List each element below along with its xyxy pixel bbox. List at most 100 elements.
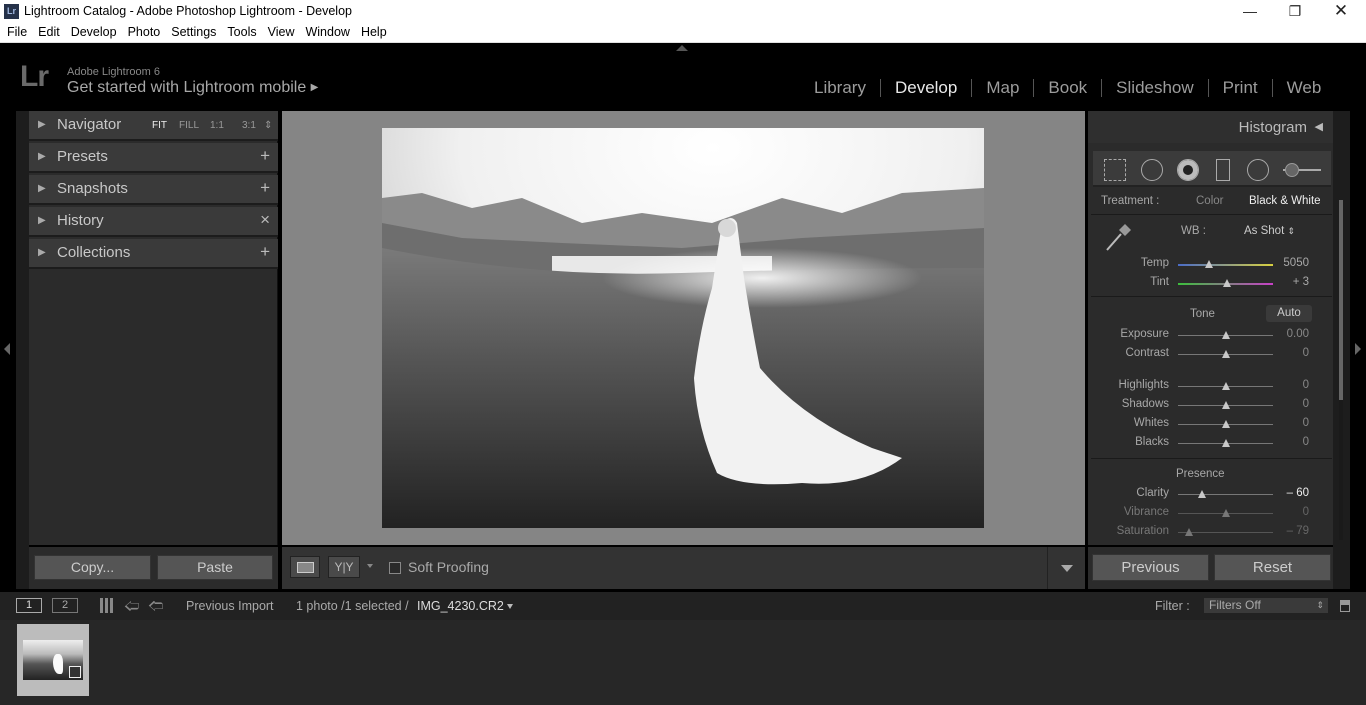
temp-slider-knob[interactable] — [1205, 260, 1214, 268]
clear-history-icon[interactable]: × — [260, 210, 270, 230]
saturation-slider-knob[interactable] — [1185, 528, 1194, 536]
collapse-right-arrow-icon[interactable] — [1355, 343, 1361, 355]
maximize-button[interactable]: ❐ — [1272, 0, 1318, 23]
filename-dropdown-icon[interactable] — [507, 604, 513, 609]
filmstrip-thumbnail-cell[interactable] — [17, 624, 89, 696]
clarity-value[interactable]: – 60 — [1287, 487, 1309, 499]
collapse-top-arrow-icon[interactable] — [676, 45, 688, 51]
treatment-color-option[interactable]: Color — [1196, 195, 1223, 207]
menu-file[interactable]: File — [7, 23, 27, 39]
radial-filter-icon[interactable] — [1247, 159, 1269, 181]
whites-row[interactable]: Whites 0 — [1088, 415, 1333, 434]
vibrance-row[interactable]: Vibrance 0 — [1088, 504, 1333, 523]
treatment-bw-option[interactable]: Black & White — [1249, 195, 1321, 207]
zoom-fill[interactable]: FILL — [179, 120, 199, 131]
vibrance-slider-knob[interactable] — [1221, 509, 1230, 517]
temp-value[interactable]: 5050 — [1283, 257, 1309, 269]
before-after-button[interactable]: Y|Y — [328, 556, 360, 578]
module-map[interactable]: Map — [971, 79, 1033, 97]
filename-label[interactable]: IMG_4230.CR2 — [417, 599, 504, 613]
presets-header[interactable]: ▶ Presets + — [29, 143, 278, 173]
tint-row[interactable]: Tint + 3 — [1088, 274, 1333, 293]
shadows-slider-knob[interactable] — [1221, 401, 1230, 409]
tint-value[interactable]: + 3 — [1293, 276, 1309, 288]
minimize-button[interactable]: — — [1227, 0, 1273, 23]
collapse-left-arrow-icon[interactable] — [4, 343, 10, 355]
zoom-1-1[interactable]: 1:1 — [210, 120, 224, 131]
exposure-value[interactable]: 0.00 — [1287, 328, 1309, 340]
module-slideshow[interactable]: Slideshow — [1101, 79, 1208, 97]
zoom-stepper-icon[interactable]: ⇕ — [264, 120, 272, 131]
close-button[interactable]: ✕ — [1318, 0, 1364, 23]
contrast-value[interactable]: 0 — [1303, 347, 1309, 359]
saturation-value[interactable]: – 79 — [1287, 525, 1309, 537]
module-develop[interactable]: Develop — [879, 79, 971, 97]
histogram-header[interactable]: Histogram ◀ — [1088, 111, 1333, 143]
menu-view[interactable]: View — [268, 23, 295, 39]
tint-slider-knob[interactable] — [1223, 279, 1232, 287]
collapse-triangle-icon[interactable]: ◀ — [1315, 120, 1323, 133]
toolbar-menu-icon[interactable] — [1061, 565, 1073, 572]
menu-develop[interactable]: Develop — [71, 23, 117, 39]
crop-overlay-icon[interactable] — [1104, 159, 1126, 181]
contrast-slider-knob[interactable] — [1221, 350, 1230, 358]
copy-button[interactable]: Copy... — [34, 555, 151, 580]
whites-value[interactable]: 0 — [1303, 417, 1309, 429]
grid-view-icon[interactable] — [100, 598, 115, 613]
menu-help[interactable]: Help — [361, 23, 387, 39]
exposure-slider-knob[interactable] — [1221, 331, 1230, 339]
before-after-dropdown-icon[interactable] — [367, 564, 373, 568]
menu-photo[interactable]: Photo — [128, 23, 161, 39]
auto-tone-button[interactable]: Auto — [1266, 305, 1312, 322]
menu-edit[interactable]: Edit — [38, 23, 60, 39]
filter-dropdown[interactable]: Filters Off ⇕ — [1203, 597, 1329, 614]
highlights-value[interactable]: 0 — [1303, 379, 1309, 391]
temp-row[interactable]: Temp 5050 — [1088, 255, 1333, 274]
photo-preview[interactable] — [382, 128, 984, 528]
collections-header[interactable]: ▶ Collections + — [29, 239, 278, 269]
menu-settings[interactable]: Settings — [171, 23, 216, 39]
snapshots-header[interactable]: ▶ Snapshots + — [29, 175, 278, 205]
blacks-slider-knob[interactable] — [1221, 439, 1230, 447]
filter-lock-icon[interactable] — [1340, 600, 1350, 612]
loupe-view-button[interactable] — [290, 556, 320, 578]
module-book[interactable]: Book — [1033, 79, 1101, 97]
saturation-row[interactable]: Saturation – 79 — [1088, 523, 1333, 542]
spot-removal-icon[interactable] — [1141, 159, 1163, 181]
soft-proofing-checkbox[interactable] — [389, 562, 401, 574]
exposure-row[interactable]: Exposure 0.00 — [1088, 326, 1333, 345]
add-collection-icon[interactable]: + — [260, 242, 270, 262]
menu-window[interactable]: Window — [305, 23, 349, 39]
shadows-row[interactable]: Shadows 0 — [1088, 396, 1333, 415]
source-label[interactable]: Previous Import — [186, 599, 274, 613]
shadows-value[interactable]: 0 — [1303, 398, 1309, 410]
add-preset-icon[interactable]: + — [260, 146, 270, 166]
forward-arrow-icon[interactable]: 🢢 — [148, 596, 163, 621]
reset-button[interactable]: Reset — [1214, 554, 1331, 581]
main-window-button[interactable]: 1 — [16, 598, 42, 613]
module-print[interactable]: Print — [1207, 79, 1272, 97]
module-library[interactable]: Library — [800, 79, 880, 97]
back-arrow-icon[interactable]: 🢠 — [124, 596, 139, 621]
zoom-3-1[interactable]: 3:1 — [242, 120, 256, 131]
vibrance-value[interactable]: 0 — [1303, 506, 1309, 518]
secondary-window-button[interactable]: 2 — [52, 598, 78, 613]
blacks-value[interactable]: 0 — [1303, 436, 1309, 448]
clarity-row[interactable]: Clarity – 60 — [1088, 485, 1333, 504]
wb-dropdown[interactable]: As Shot ⇕ — [1244, 225, 1295, 237]
paste-button[interactable]: Paste — [157, 555, 273, 580]
right-panel-scrollbar-thumb[interactable] — [1339, 200, 1343, 400]
wb-eyedropper-icon[interactable] — [1102, 223, 1132, 253]
highlights-slider-knob[interactable] — [1221, 382, 1230, 390]
module-web[interactable]: Web — [1271, 79, 1336, 97]
whites-slider-knob[interactable] — [1221, 420, 1230, 428]
red-eye-icon[interactable] — [1177, 159, 1199, 181]
history-header[interactable]: ▶ History × — [29, 207, 278, 237]
previous-button[interactable]: Previous — [1092, 554, 1209, 581]
highlights-row[interactable]: Highlights 0 — [1088, 377, 1333, 396]
zoom-fit[interactable]: FIT — [152, 120, 167, 131]
blacks-row[interactable]: Blacks 0 — [1088, 434, 1333, 453]
graduated-filter-icon[interactable] — [1216, 159, 1230, 181]
add-snapshot-icon[interactable]: + — [260, 178, 270, 198]
contrast-row[interactable]: Contrast 0 — [1088, 345, 1333, 364]
